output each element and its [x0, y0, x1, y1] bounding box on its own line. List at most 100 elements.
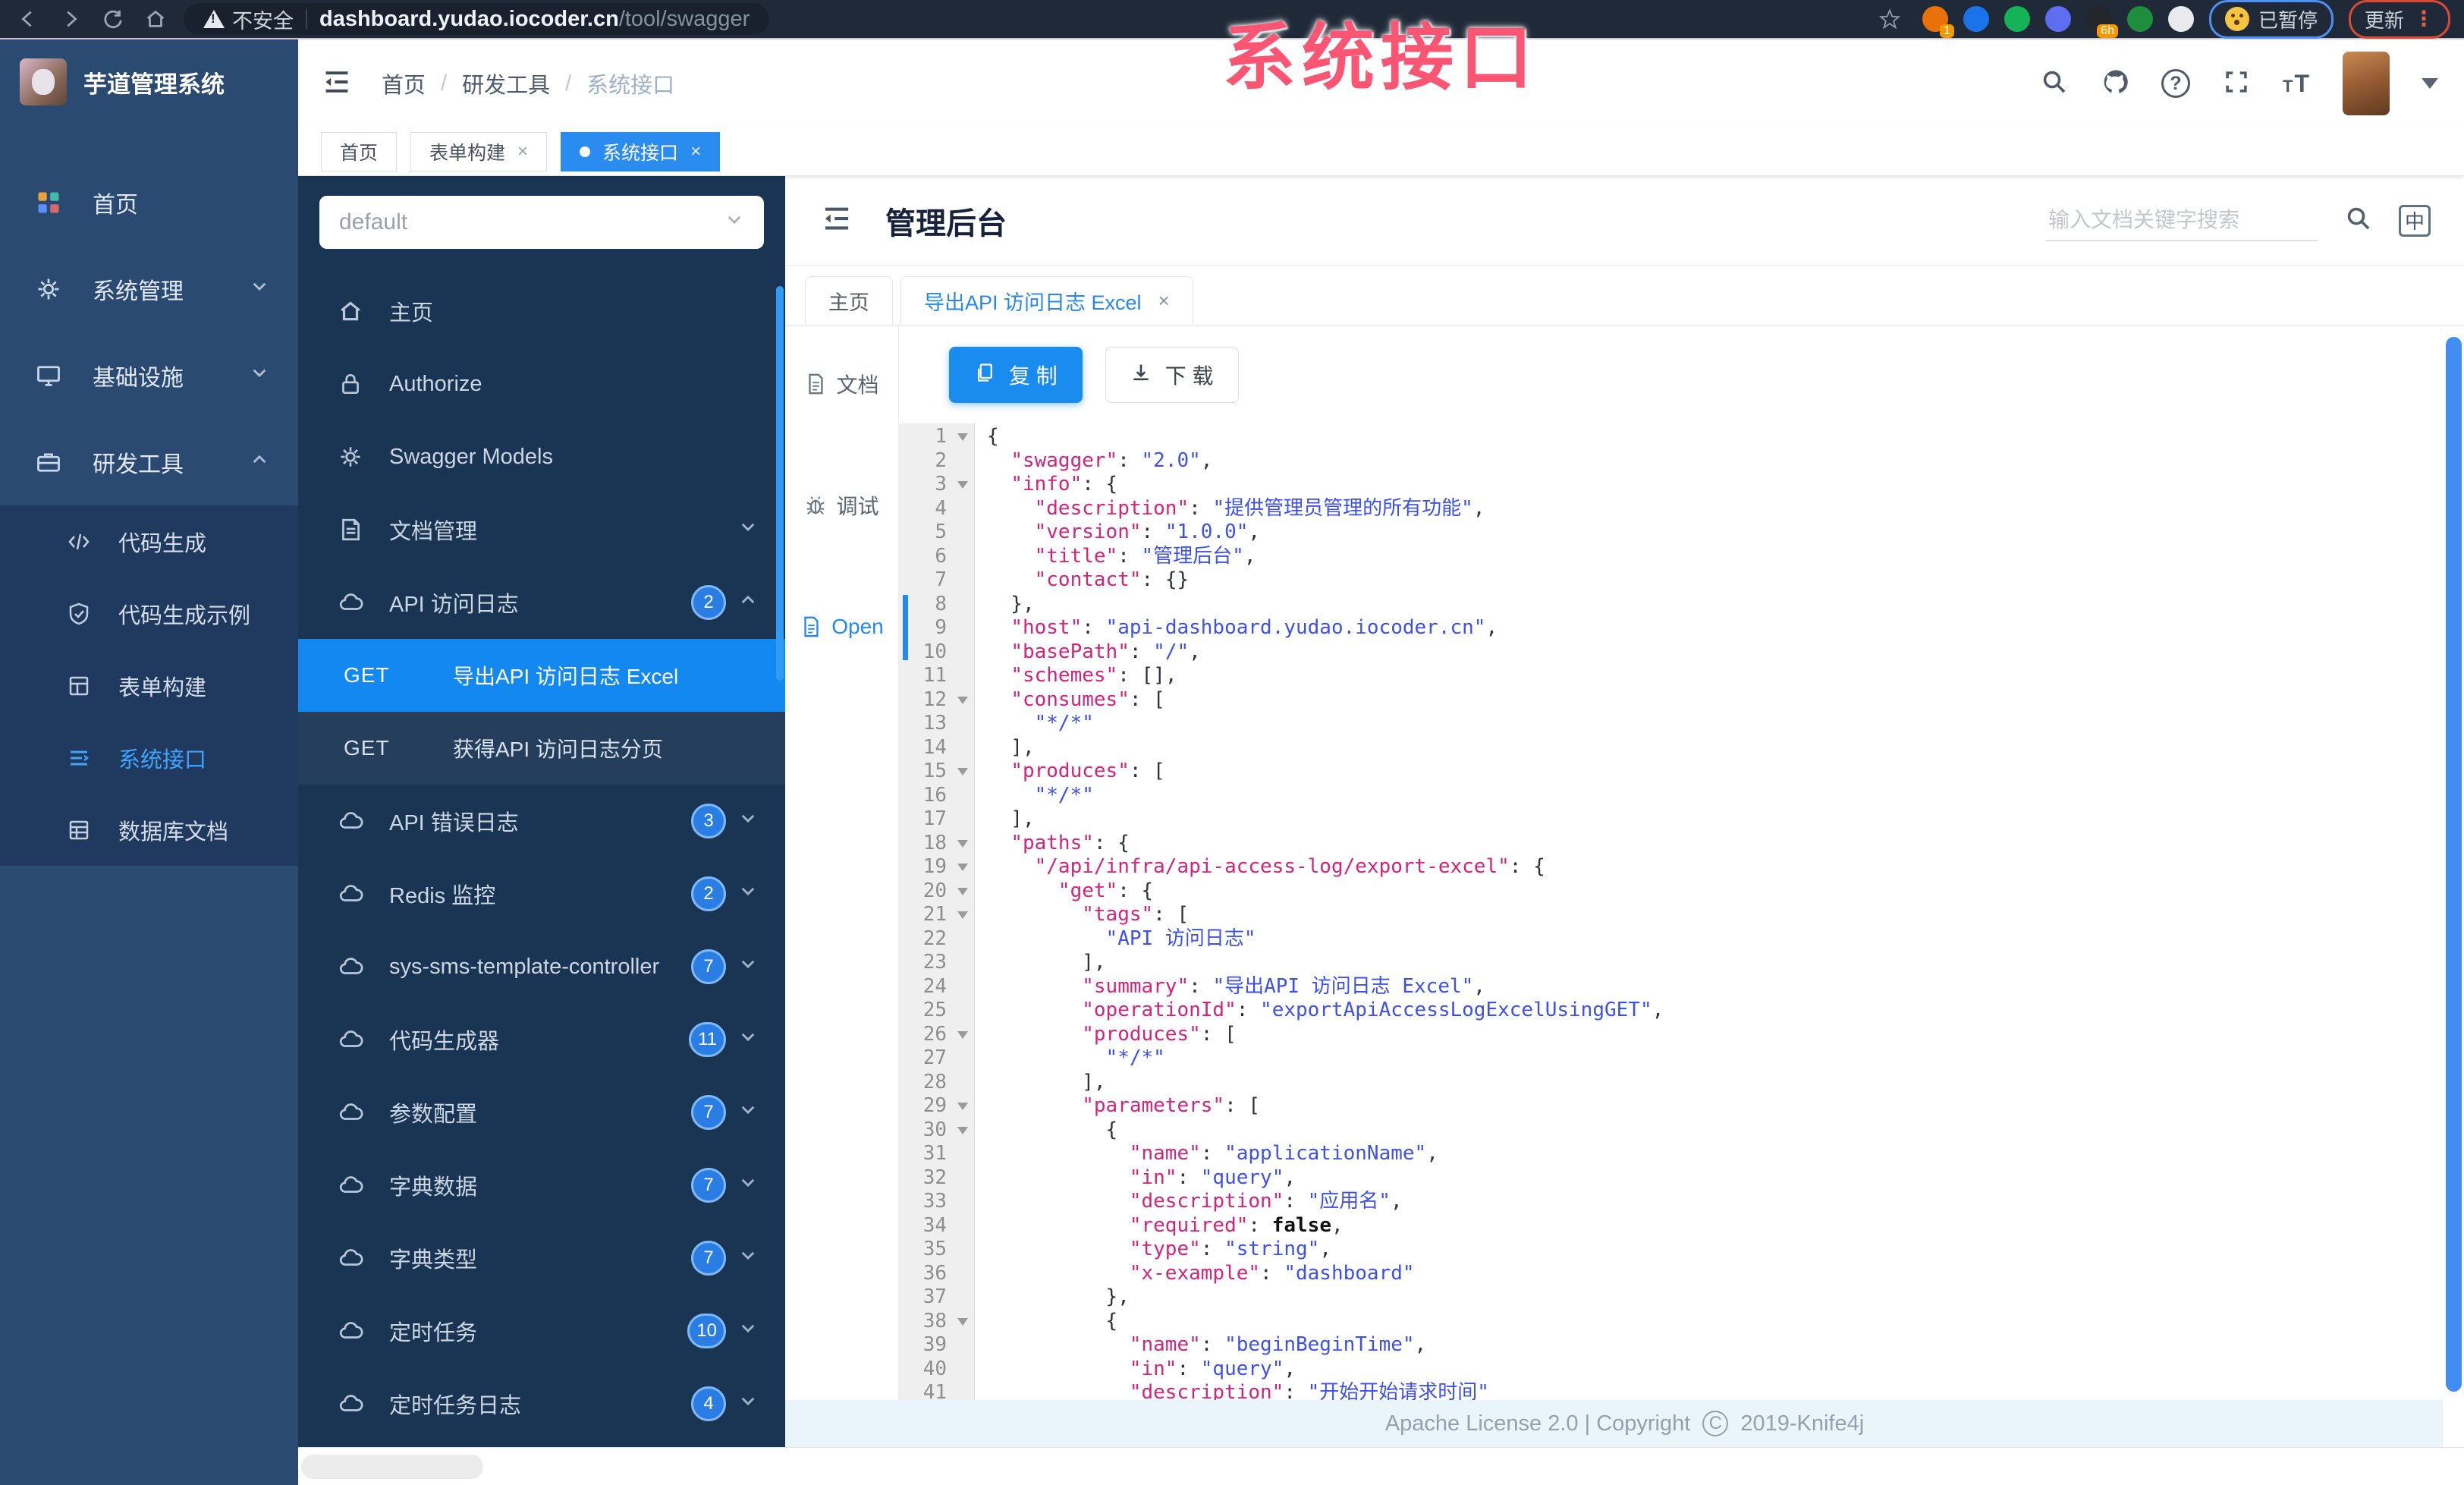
- fold-arrow-icon[interactable]: [957, 1030, 968, 1039]
- doc-search-input[interactable]: [2045, 200, 2318, 241]
- api-nav-item-0[interactable]: 主页: [298, 275, 785, 348]
- font-size-icon[interactable]: TT: [2283, 70, 2311, 98]
- sidebar-subitem-1[interactable]: 代码生成示例: [0, 577, 298, 650]
- fold-arrow-icon[interactable]: [957, 839, 968, 848]
- api-operation-4-1[interactable]: GET 获得API 访问日志分页: [298, 712, 785, 785]
- kebab-menu-icon[interactable]: ⋮: [2413, 8, 2434, 30]
- sidebar-subitem-4[interactable]: 数据库文档: [0, 794, 298, 866]
- close-icon[interactable]: ×: [690, 141, 701, 162]
- sidebar-item-1[interactable]: 系统管理: [0, 246, 298, 332]
- line-number[interactable]: 40: [899, 1358, 974, 1382]
- line-number[interactable]: 9: [899, 616, 974, 640]
- api-nav-item-1[interactable]: Authorize: [298, 348, 785, 420]
- browser-forward-icon[interactable]: [53, 2, 88, 36]
- browser-back-icon[interactable]: [11, 2, 46, 36]
- tag-tab-2[interactable]: 系统接口 ×: [561, 131, 721, 171]
- api-nav-item-10[interactable]: 字典数据 7: [298, 1149, 785, 1222]
- side-tab-调试[interactable]: 调试: [804, 483, 879, 528]
- line-number[interactable]: 3: [899, 473, 974, 497]
- close-icon[interactable]: ×: [517, 141, 528, 162]
- line-number[interactable]: 8: [899, 593, 974, 617]
- copy-button[interactable]: 复 制: [949, 347, 1083, 403]
- line-number[interactable]: 7: [899, 568, 974, 593]
- api-nav-item-12[interactable]: 定时任务 10: [298, 1295, 785, 1367]
- sidebar-item-0[interactable]: 首页: [0, 159, 298, 246]
- line-number[interactable]: 18: [899, 832, 974, 856]
- line-number[interactable]: 5: [899, 521, 974, 545]
- line-number[interactable]: 20: [899, 879, 974, 904]
- line-number[interactable]: 35: [899, 1238, 974, 1262]
- line-number[interactable]: 32: [899, 1166, 974, 1191]
- line-number[interactable]: 22: [899, 927, 974, 952]
- avatar-caret-icon[interactable]: [2422, 78, 2438, 89]
- language-toggle[interactable]: 中: [2399, 204, 2431, 237]
- doc-tab-0[interactable]: 主页: [805, 276, 893, 325]
- line-number[interactable]: 33: [899, 1190, 974, 1214]
- search-icon[interactable]: [2040, 68, 2069, 100]
- tag-tab-1[interactable]: 表单构建 ×: [410, 131, 548, 171]
- fold-arrow-icon[interactable]: [957, 696, 968, 704]
- sidebar-subitem-2[interactable]: 表单构建: [0, 650, 298, 722]
- doc-tab-1[interactable]: 导出API 访问日志 Excel ×: [900, 276, 1193, 325]
- api-operation-4-0[interactable]: GET 导出API 访问日志 Excel: [298, 639, 785, 712]
- sidebar-subitem-0[interactable]: 代码生成: [0, 505, 298, 577]
- sidebar-item-2[interactable]: 基础设施: [0, 332, 298, 419]
- sidebar-subitem-3[interactable]: 系统接口: [0, 722, 298, 794]
- api-nav-item-5[interactable]: API 错误日志 3: [298, 785, 785, 857]
- line-number[interactable]: 31: [899, 1142, 974, 1166]
- paused-extension-pill[interactable]: 已暂停: [2208, 0, 2334, 39]
- user-avatar[interactable]: [2343, 52, 2390, 115]
- api-nav-item-8[interactable]: 代码生成器 11: [298, 1003, 785, 1076]
- line-number[interactable]: 24: [899, 975, 974, 999]
- api-nav-item-7[interactable]: sys-sms-template-controller 7: [298, 930, 785, 1003]
- browser-home-icon[interactable]: [138, 2, 173, 36]
- line-number[interactable]: 36: [899, 1262, 974, 1286]
- sidebar-item-3[interactable]: 研发工具: [0, 419, 298, 505]
- fold-arrow-icon[interactable]: [957, 481, 968, 489]
- line-number[interactable]: 19: [899, 855, 974, 879]
- line-number[interactable]: 1: [899, 425, 974, 449]
- ext-6h-timer[interactable]: 6h: [2085, 6, 2118, 38]
- line-number[interactable]: 23: [899, 951, 974, 975]
- github-icon[interactable]: [2101, 68, 2129, 100]
- api-nav-item-3[interactable]: 文档管理: [298, 493, 785, 566]
- horizontal-scroll-thumb[interactable]: [301, 1455, 483, 1479]
- line-number[interactable]: 27: [899, 1046, 974, 1071]
- line-number[interactable]: 26: [899, 1023, 974, 1047]
- breadcrumb-item[interactable]: 首页: [382, 68, 426, 99]
- vertical-scrollbar-track[interactable]: [2443, 326, 2464, 1447]
- line-number[interactable]: 6: [899, 545, 974, 569]
- doc-search-icon[interactable]: [2344, 204, 2373, 237]
- download-button[interactable]: 下 载: [1105, 347, 1239, 403]
- code-editor[interactable]: 1 2 3 4 5 6 7 8 9 10 11 12 13 14 15 16 17 18 19 20 21 22 23 24 2…: [899, 423, 2464, 1400]
- update-browser-pill[interactable]: 更新 ⋮: [2348, 0, 2450, 39]
- fold-arrow-icon[interactable]: [957, 433, 968, 441]
- line-number[interactable]: 38: [899, 1310, 974, 1334]
- api-nav-item-11[interactable]: 字典类型 7: [298, 1222, 785, 1295]
- browser-reload-icon[interactable]: [96, 2, 130, 36]
- line-number[interactable]: 17: [899, 807, 974, 832]
- fold-arrow-icon[interactable]: [957, 864, 968, 871]
- security-warning[interactable]: 不安全: [203, 5, 294, 34]
- ext-blue-puzzle[interactable]: [2044, 6, 2071, 32]
- line-number[interactable]: 41: [899, 1381, 974, 1400]
- fold-arrow-icon[interactable]: [957, 1126, 968, 1134]
- api-nav-item-14[interactable]: 岗位: [298, 1440, 785, 1447]
- sidebar-collapse-icon[interactable]: [321, 66, 353, 102]
- side-tab-文档[interactable]: 文档: [804, 361, 879, 407]
- api-nav-item-9[interactable]: 参数配置 7: [298, 1076, 785, 1149]
- line-number[interactable]: 10: [899, 640, 974, 665]
- bookmark-star-icon[interactable]: [1872, 2, 1907, 36]
- line-number[interactable]: 39: [899, 1333, 974, 1358]
- fold-arrow-icon[interactable]: [957, 1317, 968, 1326]
- api-nav-item-4[interactable]: API 访问日志 2: [298, 566, 785, 639]
- editor-content[interactable]: { "swagger": "2.0", "info": { "descripti…: [975, 423, 2464, 1400]
- help-icon[interactable]: ?: [2161, 69, 2190, 98]
- vertical-scroll-thumb[interactable]: [2446, 337, 2462, 1392]
- line-number[interactable]: 25: [899, 999, 974, 1023]
- ext-blue-drop[interactable]: [1963, 6, 1989, 32]
- line-number[interactable]: 37: [899, 1285, 974, 1310]
- line-number[interactable]: 2: [899, 449, 974, 474]
- line-number[interactable]: 11: [899, 664, 974, 688]
- close-icon[interactable]: ×: [1158, 289, 1170, 313]
